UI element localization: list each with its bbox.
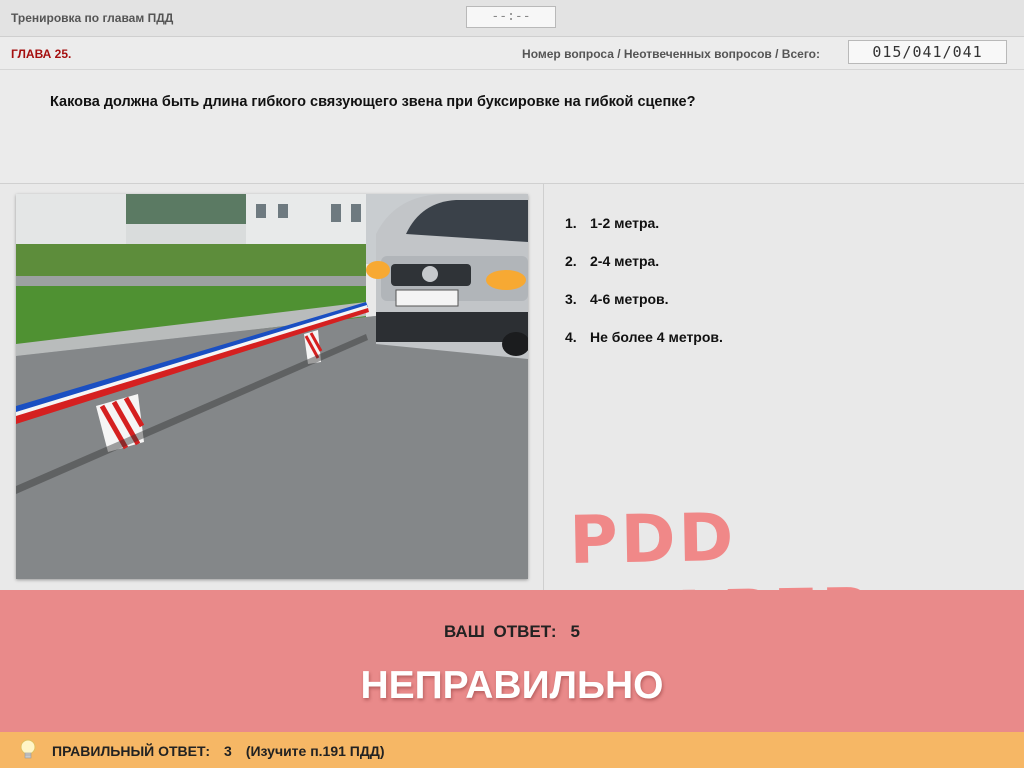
- answer-text: Не более 4 метров.: [590, 329, 723, 345]
- answer-text: 1-2 метра.: [590, 215, 660, 231]
- verdict-text: НЕПРАВИЛЬНО: [360, 664, 664, 707]
- answer-number: 1.: [565, 215, 577, 231]
- answer-list: 1. 1-2 метра. 2. 2-4 метра. 3. 4-6 метров. …: [565, 206, 723, 358]
- timer-display: --:--: [466, 6, 556, 28]
- question-text: Какова должна быть длина гибкого связующ…: [50, 94, 696, 110]
- answer-text: 2-4 метра.: [590, 253, 660, 269]
- correct-answer-label: ПРАВИЛЬНЫЙ ОТВЕТ:: [52, 743, 211, 759]
- app-title: Тренировка по главам ПДД: [11, 11, 174, 25]
- answer-option-1[interactable]: 1. 1-2 метра.: [565, 206, 723, 244]
- question-counter-label: Номер вопроса / Неотвеченных вопросов / …: [522, 47, 820, 61]
- answer-number: 3.: [565, 291, 577, 307]
- answer-option-3[interactable]: 3. 4-6 метров.: [565, 282, 723, 320]
- photo-panel: [0, 184, 544, 590]
- answer-text: 4-6 метров.: [590, 291, 669, 307]
- result-panel: ВАШ ОТВЕТ: 5 НЕПРАВИЛЬНО: [0, 590, 1024, 732]
- question-area: Какова должна быть длина гибкого связующ…: [0, 70, 1024, 184]
- answer-number: 4.: [565, 329, 577, 345]
- your-answer-label: ВАШ ОТВЕТ:: [443, 622, 557, 641]
- answer-option-2[interactable]: 2. 2-4 метра.: [565, 244, 723, 282]
- correct-answer-hint: (Изучите п.191 ПДД): [245, 743, 385, 759]
- correct-answer-bar: ПРАВИЛЬНЫЙ ОТВЕТ: 3 (Изучите п.191 ПДД): [0, 732, 1024, 768]
- your-answer-value: 5: [570, 622, 581, 641]
- lightbulb-icon: [20, 739, 36, 759]
- your-answer: ВАШ ОТВЕТ: 5: [0, 622, 1024, 642]
- top-bar: Тренировка по главам ПДД --:--: [0, 0, 1024, 37]
- answer-number: 2.: [565, 253, 577, 269]
- correct-answer-value: 3: [224, 743, 232, 759]
- correct-answer-text: ПРАВИЛЬНЫЙ ОТВЕТ: 3 (Изучите п.191 ПДД): [52, 743, 398, 759]
- chapter-bar: ГЛАВА 25. Номер вопроса / Неотвеченных в…: [0, 37, 1024, 70]
- chapter-label: ГЛАВА 25.: [11, 47, 72, 61]
- question-content: 1. 1-2 метра. 2. 2-4 метра. 3. 4-6 метров. …: [0, 184, 1024, 656]
- question-counter: 015/041/041: [848, 40, 1007, 64]
- car-towing-photo: [16, 194, 528, 579]
- answer-option-4[interactable]: 4. Не более 4 метров.: [565, 320, 723, 358]
